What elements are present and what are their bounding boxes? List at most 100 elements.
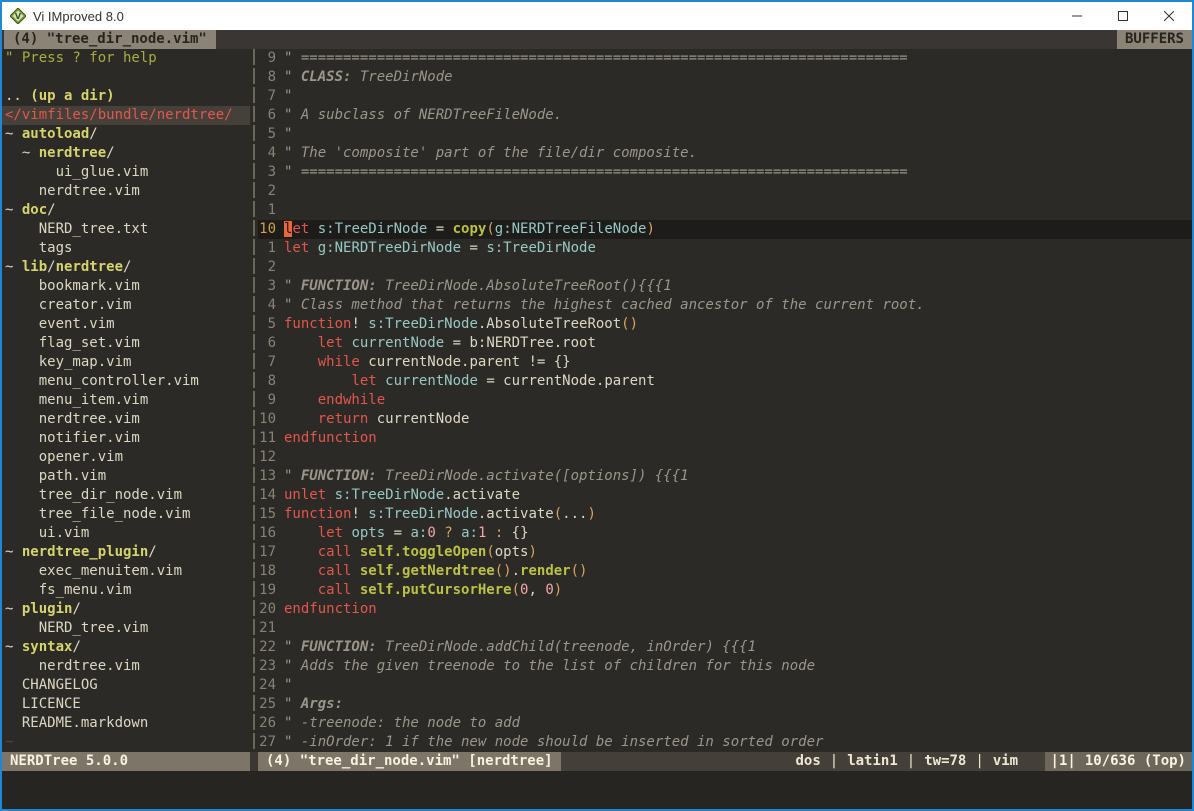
tree-file-creator[interactable]: creator.vim: [2, 296, 250, 315]
code-line[interactable]: 16 let opts = a:0 ? a:1 : {}: [258, 524, 1192, 543]
close-button[interactable]: [1146, 2, 1192, 30]
tree-file-menu-controller[interactable]: menu_controller.vim: [2, 372, 250, 391]
text-span: event.vim: [5, 316, 115, 332]
code-line[interactable]: 25" Args:: [258, 695, 1192, 714]
line-number: 22: [258, 638, 284, 657]
text-span: let: [351, 373, 376, 389]
text-span: while: [318, 354, 360, 370]
text-span: " -treenode: the node to add: [284, 715, 520, 731]
code-line[interactable]: 8" CLASS: TreeDirNode: [258, 68, 1192, 87]
tree-dir-plugin[interactable]: ~ plugin/: [2, 600, 250, 619]
tree-file-path[interactable]: path.vim: [2, 467, 250, 486]
tree-dir-autoload-nerdtree[interactable]: ~ nerdtree/: [2, 144, 250, 163]
code-line[interactable]: 11endfunction: [258, 429, 1192, 448]
code-line[interactable]: 24": [258, 676, 1192, 695]
tree-file-tree-dir-node[interactable]: tree_dir_node.vim: [2, 486, 250, 505]
code-line[interactable]: 20endfunction: [258, 600, 1192, 619]
text-span: ": [284, 696, 301, 712]
tree-file-nerd-tree-txt[interactable]: NERD_tree.txt: [2, 220, 250, 239]
code-line[interactable]: 9 endwhile: [258, 391, 1192, 410]
code-line[interactable]: 2: [258, 182, 1192, 201]
tree-file-ui-glue[interactable]: ui_glue.vim: [2, 163, 250, 182]
text-span: ~: [5, 202, 22, 218]
tree-dir-nerdtree-plugin[interactable]: ~ nerdtree_plugin/: [2, 543, 250, 562]
text-span: g:NERDTreeDirNode: [318, 240, 461, 256]
code-line[interactable]: 7 while currentNode.parent != {}: [258, 353, 1192, 372]
text-span: nerdtree: [39, 145, 106, 161]
code-line[interactable]: 6 let currentNode = b:NERDTree.root: [258, 334, 1192, 353]
tree-dir-autoload[interactable]: ~ autoload/: [2, 125, 250, 144]
code-line[interactable]: 19 call self.putCursorHere(0, 0): [258, 581, 1192, 600]
code-line[interactable]: 1let g:NERDTreeDirNode = s:TreeDirNode: [258, 239, 1192, 258]
tree-file-notifier[interactable]: notifier.vim: [2, 429, 250, 448]
code-line[interactable]: 27" -inOrder: 1 if the new node should b…: [258, 733, 1192, 752]
text-span: s:TreeDirNode: [486, 240, 596, 256]
code-line[interactable]: 12: [258, 448, 1192, 467]
code-line[interactable]: 5function! s:TreeDirNode.AbsoluteTreeRoo…: [258, 315, 1192, 334]
code-line[interactable]: 2: [258, 258, 1192, 277]
code-line[interactable]: 6" A subclass of NERDTreeFileNode.: [258, 106, 1192, 125]
tree-file-opener[interactable]: opener.vim: [2, 448, 250, 467]
code-line[interactable]: 4" Class method that returns the highest…: [258, 296, 1192, 315]
code-line[interactable]: 7": [258, 87, 1192, 106]
tree-root-path[interactable]: </vimfiles/bundle/nerdtree/: [2, 106, 250, 125]
code-line[interactable]: 5": [258, 125, 1192, 144]
text-span: FUNCTION:: [301, 468, 377, 484]
code-line[interactable]: 3" =====================================…: [258, 163, 1192, 182]
tree-help-line[interactable]: " Press ? for help: [2, 49, 250, 68]
tree-file-menu-item[interactable]: menu_item.vim: [2, 391, 250, 410]
tree-file-exec-menuitem[interactable]: exec_menuitem.vim: [2, 562, 250, 581]
window-controls: [1054, 2, 1192, 30]
code-line[interactable]: 14unlet s:TreeDirNode.activate: [258, 486, 1192, 505]
maximize-button[interactable]: [1100, 2, 1146, 30]
tree-file-fs-menu[interactable]: fs_menu.vim: [2, 581, 250, 600]
window-separator[interactable]: [250, 49, 258, 752]
text-span: ": [284, 468, 301, 484]
code-line[interactable]: 13" FUNCTION: TreeDirNode.activate([opti…: [258, 467, 1192, 486]
code-line[interactable]: 10 return currentNode: [258, 410, 1192, 429]
code-line[interactable]: 15function! s:TreeDirNode.activate(...): [258, 505, 1192, 524]
tree-file-ui[interactable]: ui.vim: [2, 524, 250, 543]
tree-file-lib-nerdtree-vim[interactable]: nerdtree.vim: [2, 410, 250, 429]
text-span: [284, 392, 318, 408]
tree-file-nerd-tree-vim[interactable]: NERD_tree.vim: [2, 619, 250, 638]
code-text: " Args:: [284, 695, 343, 714]
tree-file-syntax-nerdtree-vim[interactable]: nerdtree.vim: [2, 657, 250, 676]
code-line[interactable]: 8 let currentNode = currentNode.parent: [258, 372, 1192, 391]
tree-dir-lib-nerdtree[interactable]: ~ lib/nerdtree/: [2, 258, 250, 277]
tree-empty-tilde[interactable]: ~: [2, 733, 250, 752]
text-span: " Adds the given treenode to the list of…: [284, 658, 815, 674]
code-line[interactable]: 21: [258, 619, 1192, 638]
code-line[interactable]: 3" FUNCTION: TreeDirNode.AbsoluteTreeRoo…: [258, 277, 1192, 296]
tree-file-event[interactable]: event.vim: [2, 315, 250, 334]
tree-dir-doc[interactable]: ~ doc/: [2, 201, 250, 220]
tree-file-autoload-nerdtree-vim[interactable]: nerdtree.vim: [2, 182, 250, 201]
text-span: ~: [5, 145, 39, 161]
tree-file-bookmark[interactable]: bookmark.vim: [2, 277, 250, 296]
code-line[interactable]: 23" Adds the given treenode to the list …: [258, 657, 1192, 676]
code-line[interactable]: 18 call self.getNerdtree().render(): [258, 562, 1192, 581]
tree-file-readme[interactable]: README.markdown: [2, 714, 250, 733]
tree-file-key-map[interactable]: key_map.vim: [2, 353, 250, 372]
tree-dir-syntax[interactable]: ~ syntax/: [2, 638, 250, 657]
code-line[interactable]: 4" The 'composite' part of the file/dir …: [258, 144, 1192, 163]
code-line[interactable]: 17 call self.toggleOpen(opts): [258, 543, 1192, 562]
minimize-button[interactable]: [1054, 2, 1100, 30]
tree-file-changelog[interactable]: CHANGELOG: [2, 676, 250, 695]
command-line-area[interactable]: [2, 771, 1192, 809]
code-line[interactable]: 26" -treenode: the node to add: [258, 714, 1192, 733]
code-line[interactable]: 9" =====================================…: [258, 49, 1192, 68]
line-number: 21: [258, 619, 284, 638]
code-line[interactable]: 22" FUNCTION: TreeDirNode.addChild(treen…: [258, 638, 1192, 657]
line-number: 15: [258, 505, 284, 524]
tree-file-flag-set[interactable]: flag_set.vim: [2, 334, 250, 353]
tree-up-a-dir[interactable]: .. (up a dir): [2, 87, 250, 106]
tab-tree-dir-node[interactable]: (4) "tree_dir_node.vim": [4, 30, 216, 49]
code-line[interactable]: 1: [258, 201, 1192, 220]
text-span: [351, 544, 359, 560]
tree-file-tags[interactable]: tags: [2, 239, 250, 258]
tree-file-tree-file-node[interactable]: tree_file_node.vim: [2, 505, 250, 524]
text-span: /: [72, 601, 80, 617]
tree-file-licence[interactable]: LICENCE: [2, 695, 250, 714]
current-code-line[interactable]: 10let s:TreeDirNode = copy(g:NERDTreeFil…: [258, 220, 1192, 239]
